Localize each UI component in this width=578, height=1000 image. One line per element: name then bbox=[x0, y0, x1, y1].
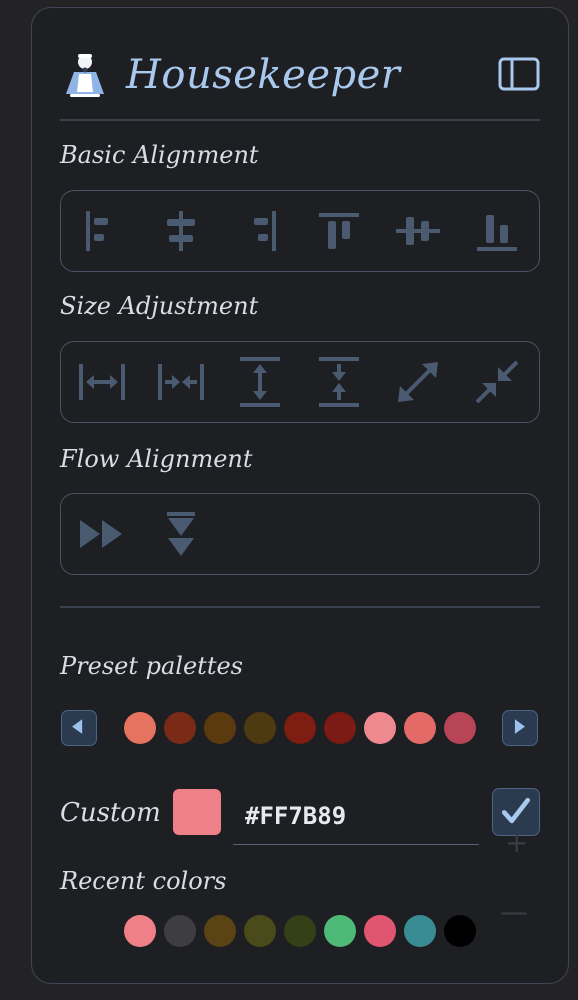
recent-swatch[interactable] bbox=[204, 915, 236, 947]
recent-colors-row bbox=[60, 910, 540, 954]
custom-hex-input[interactable] bbox=[233, 787, 479, 845]
palette-divider bbox=[60, 606, 540, 608]
palette-prev-button[interactable] bbox=[61, 710, 97, 746]
background-plus-icon: + bbox=[505, 826, 529, 859]
sidebar-panel-icon[interactable] bbox=[498, 56, 540, 92]
recent-swatch[interactable] bbox=[164, 915, 196, 947]
preset-palettes-label: Preset palettes bbox=[60, 652, 243, 680]
align-top-icon[interactable] bbox=[311, 203, 367, 259]
custom-label: Custom bbox=[60, 798, 161, 828]
triangle-left-icon bbox=[72, 719, 83, 734]
recent-swatch[interactable] bbox=[124, 915, 156, 947]
palette-swatch[interactable] bbox=[284, 712, 316, 744]
stretch-width-icon[interactable] bbox=[74, 354, 130, 410]
recent-swatch[interactable] bbox=[244, 915, 276, 947]
maid-icon bbox=[60, 50, 110, 100]
size-adjustment-label: Size Adjustment bbox=[60, 292, 259, 320]
flow-horizontal-icon[interactable] bbox=[74, 506, 130, 562]
palette-swatch[interactable] bbox=[404, 712, 436, 744]
align-bottom-icon[interactable] bbox=[469, 203, 525, 259]
triangle-right-icon bbox=[514, 719, 525, 734]
preset-palette-row bbox=[60, 707, 540, 751]
header-divider bbox=[60, 119, 540, 121]
palette-swatch[interactable] bbox=[364, 712, 396, 744]
custom-color-preview[interactable] bbox=[173, 789, 221, 835]
flow-alignment-label: Flow Alignment bbox=[60, 445, 253, 473]
recent-swatch[interactable] bbox=[324, 915, 356, 947]
palette-swatch[interactable] bbox=[244, 712, 276, 744]
size-adjustment-toolbox bbox=[60, 341, 540, 423]
recent-swatch[interactable] bbox=[404, 915, 436, 947]
basic-alignment-toolbox bbox=[60, 190, 540, 272]
shrink-height-icon[interactable] bbox=[311, 354, 367, 410]
palette-next-button[interactable] bbox=[502, 710, 538, 746]
recent-swatch[interactable] bbox=[364, 915, 396, 947]
palette-swatch[interactable] bbox=[444, 712, 476, 744]
palette-swatch[interactable] bbox=[324, 712, 356, 744]
recent-colors-label: Recent colors bbox=[60, 867, 227, 895]
basic-alignment-label: Basic Alignment bbox=[60, 141, 259, 169]
align-left-icon[interactable] bbox=[74, 203, 130, 259]
recent-swatch[interactable] bbox=[444, 915, 476, 947]
align-right-icon[interactable] bbox=[232, 203, 288, 259]
flow-vertical-icon[interactable] bbox=[153, 506, 209, 562]
shrink-width-icon[interactable] bbox=[153, 354, 209, 410]
shrink-diagonal-icon[interactable] bbox=[469, 354, 525, 410]
recent-swatch[interactable] bbox=[284, 915, 316, 947]
palette-swatch[interactable] bbox=[204, 712, 236, 744]
align-center-horizontal-icon[interactable] bbox=[153, 203, 209, 259]
flow-alignment-toolbox bbox=[60, 493, 540, 575]
expand-diagonal-icon[interactable] bbox=[390, 354, 446, 410]
stretch-height-icon[interactable] bbox=[232, 354, 288, 410]
app-title: Housekeeper bbox=[126, 52, 401, 98]
palette-swatch[interactable] bbox=[164, 712, 196, 744]
panel-header: Housekeeper bbox=[60, 48, 540, 102]
align-center-vertical-icon[interactable] bbox=[390, 203, 446, 259]
palette-swatch[interactable] bbox=[124, 712, 156, 744]
